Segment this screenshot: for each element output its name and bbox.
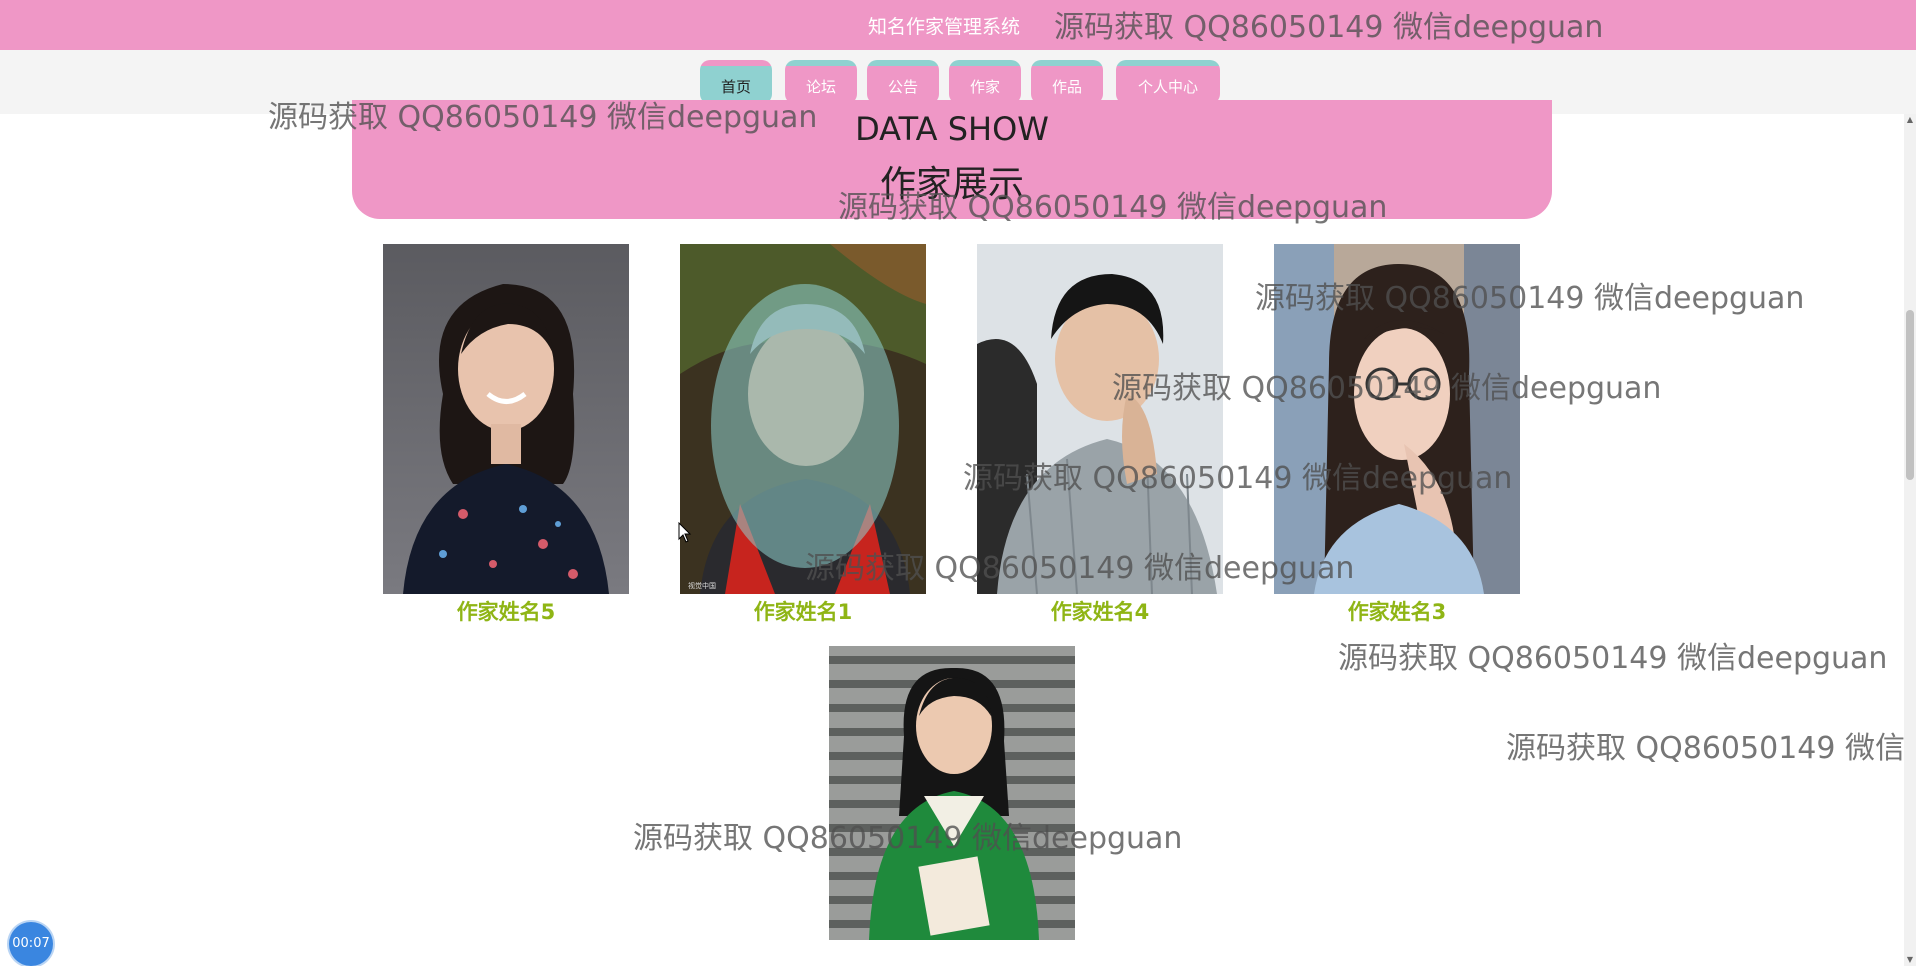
author-photo[interactable] [1274, 244, 1520, 594]
nav-item-profile[interactable]: 个人中心 [1116, 60, 1220, 104]
author-card[interactable]: 视觉中国 作家姓名1 [680, 244, 926, 629]
author-name[interactable]: 作家姓名3 [1274, 596, 1520, 626]
author-photo[interactable]: 视觉中国 [680, 244, 926, 594]
author-photo[interactable] [383, 244, 629, 594]
author-photo[interactable] [829, 646, 1075, 940]
scroll-down-arrow-icon[interactable]: ▼ [1904, 954, 1916, 966]
nav-item-authors[interactable]: 作家 [949, 60, 1021, 104]
author-name[interactable]: 作家姓名5 [383, 596, 629, 626]
nav-item-home[interactable]: 首页 [700, 60, 772, 104]
page-scrollbar[interactable]: ▲ ▼ [1904, 114, 1916, 966]
section-title-cn: 作家展示 [879, 164, 1024, 205]
page: 知名作家管理系统 首页 论坛 公告 作家 作品 个人中心 DATA SHOW 作… [0, 0, 1916, 966]
nav-item-forum[interactable]: 论坛 [785, 60, 857, 104]
author-card[interactable]: 作家姓名4 [977, 244, 1223, 629]
watermark-text: 源码获取 QQ86050149 微信deepguan [1338, 641, 1888, 676]
author-name[interactable]: 作家姓名1 [680, 596, 926, 626]
system-title: 知名作家管理系统 [868, 16, 1021, 38]
author-name[interactable]: 作家姓名4 [977, 596, 1223, 626]
mouse-pointer-icon [678, 522, 692, 543]
nav-item-works[interactable]: 作品 [1031, 60, 1103, 104]
author-card[interactable]: 作家姓名5 [383, 244, 629, 629]
svg-text:视觉中国: 视觉中国 [688, 581, 716, 590]
recording-timer-badge: 00:07 [9, 922, 53, 966]
scroll-up-arrow-icon[interactable]: ▲ [1904, 114, 1916, 126]
author-photo[interactable] [977, 244, 1223, 594]
scrollbar-thumb[interactable] [1906, 310, 1914, 480]
nav-item-announcement[interactable]: 公告 [867, 60, 939, 104]
top-header: 知名作家管理系统 [0, 0, 1916, 50]
author-card[interactable]: 作家姓名3 [1274, 244, 1520, 629]
author-card[interactable] [829, 646, 1075, 940]
section-title-en: DATA SHOW [855, 110, 1049, 148]
watermark-text: 源码获取 QQ86050149 微信d [1506, 731, 1916, 766]
